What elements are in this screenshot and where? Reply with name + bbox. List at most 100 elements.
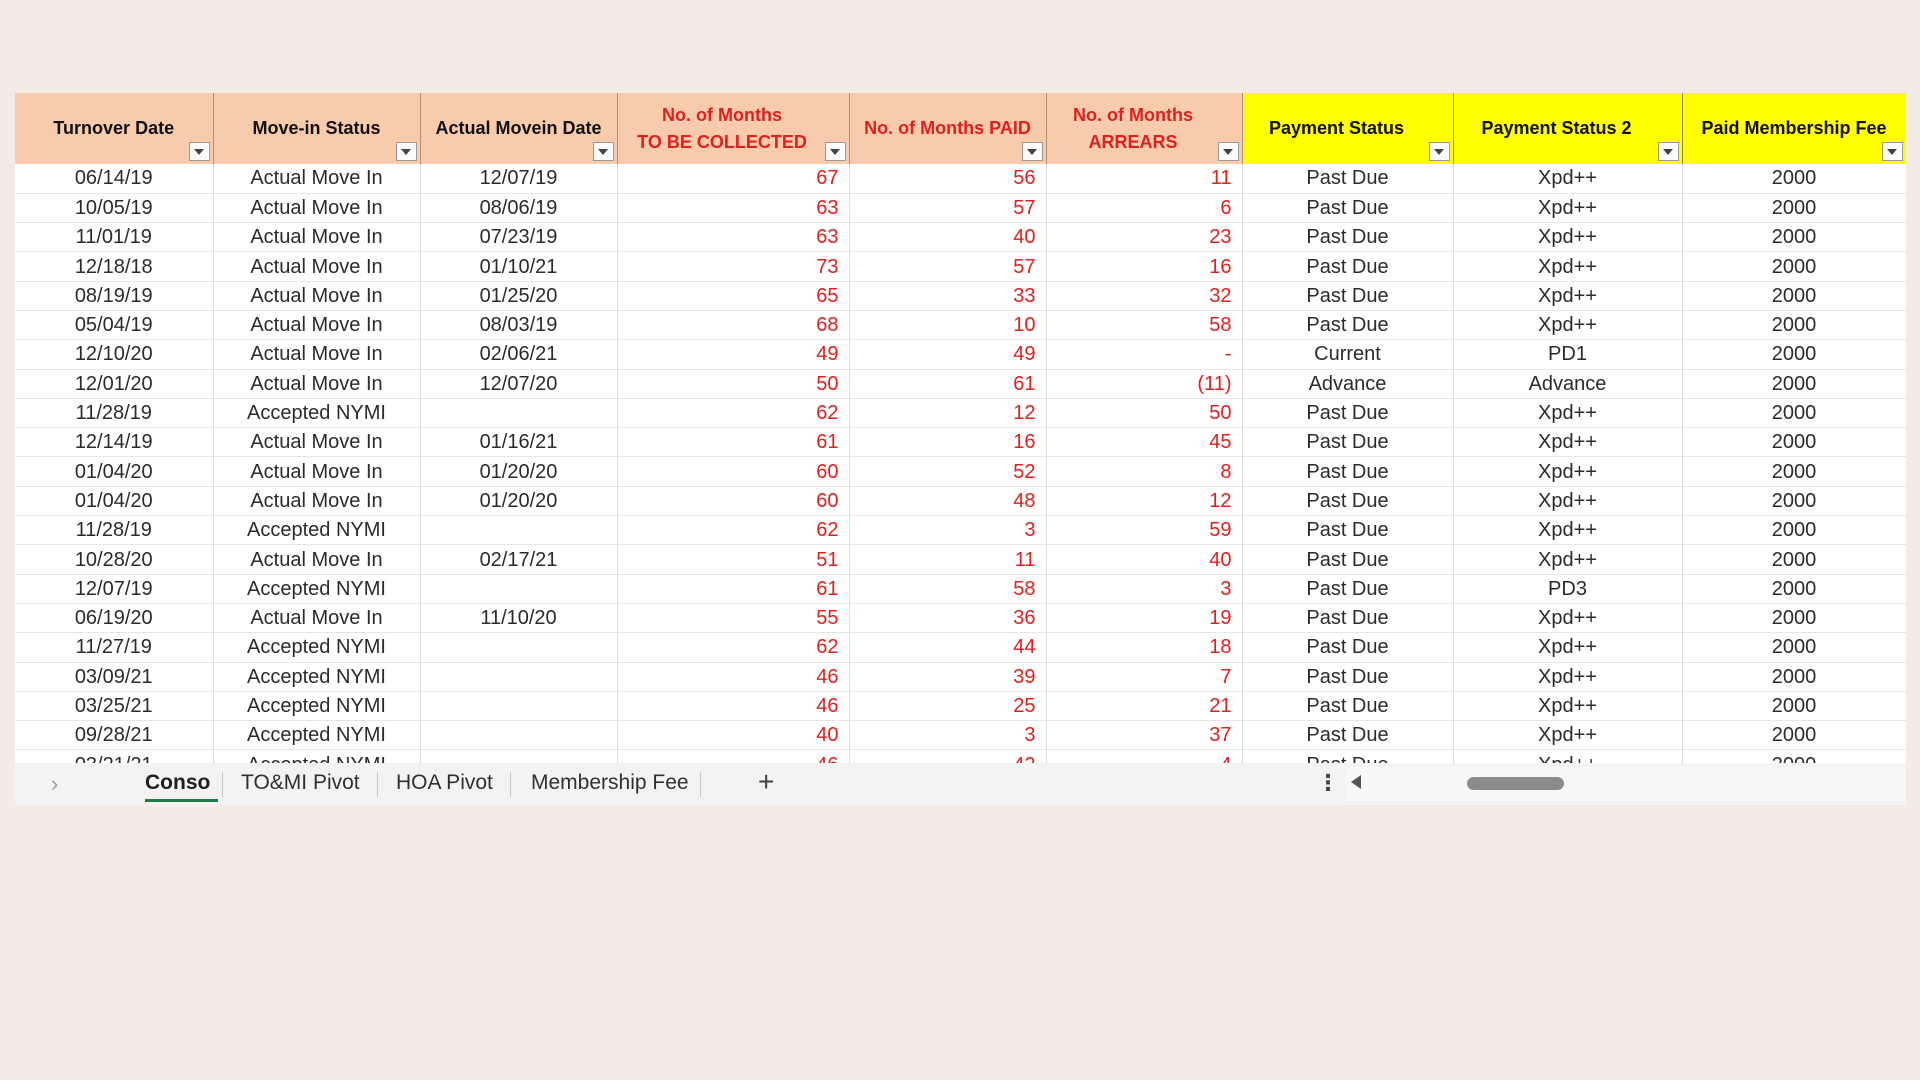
table-cell[interactable]: Past Due <box>1242 515 1454 546</box>
table-cell[interactable]: 2000 <box>1682 456 1906 487</box>
table-cell[interactable]: 8 <box>1046 456 1243 487</box>
table-cell[interactable]: Accepted NYMI <box>213 515 421 546</box>
table-cell[interactable]: 10/05/19 <box>15 193 214 224</box>
table-cell[interactable]: Xpd++ <box>1453 222 1683 253</box>
table-cell[interactable]: 65 <box>617 281 850 311</box>
plus-icon[interactable]: + <box>758 766 774 798</box>
table-cell[interactable]: 11/28/19 <box>15 515 214 546</box>
table-cell[interactable]: 46 <box>617 749 850 763</box>
vertical-ellipsis-icon[interactable]: ⋮ <box>1317 771 1339 795</box>
table-cell[interactable]: 58 <box>1046 310 1243 341</box>
table-cell[interactable]: 11/28/19 <box>15 398 214 429</box>
table-cell[interactable]: Past Due <box>1242 251 1454 282</box>
table-cell[interactable]: 12 <box>849 398 1047 429</box>
table-cell[interactable]: 2000 <box>1682 691 1906 722</box>
table-cell[interactable]: Actual Move In <box>213 603 421 634</box>
table-cell[interactable] <box>420 574 618 604</box>
tab-conso[interactable]: Conso <box>145 770 210 796</box>
table-cell[interactable]: 52 <box>849 456 1047 487</box>
table-cell[interactable]: 2000 <box>1682 544 1906 575</box>
table-cell[interactable]: Xpd++ <box>1453 662 1683 692</box>
table-cell[interactable]: 50 <box>617 369 850 399</box>
chevron-right-icon[interactable]: › <box>51 771 58 797</box>
triangle-left-icon[interactable] <box>1351 775 1361 789</box>
table-cell[interactable]: 12/07/20 <box>420 369 618 399</box>
table-cell[interactable]: 3 <box>1046 574 1243 604</box>
table-cell[interactable]: 58 <box>849 574 1047 604</box>
table-cell[interactable]: Past Due <box>1242 691 1454 722</box>
header-move-in-status[interactable]: Move-in Status <box>213 93 421 164</box>
table-cell[interactable]: Xpd++ <box>1453 398 1683 429</box>
table-cell[interactable]: 4 <box>1046 749 1243 763</box>
table-cell[interactable]: Actual Move In <box>213 456 421 487</box>
table-cell[interactable]: Advance <box>1242 369 1454 399</box>
table-cell[interactable]: 45 <box>1046 427 1243 458</box>
filter-dropdown-icon[interactable] <box>395 142 417 161</box>
table-cell[interactable]: Past Due <box>1242 720 1454 751</box>
tab-hoa-pivot[interactable]: HOA Pivot <box>396 770 493 796</box>
header-months-paid[interactable]: No. of Months PAID <box>849 93 1047 164</box>
table-cell[interactable]: 59 <box>1046 515 1243 546</box>
table-cell[interactable]: 73 <box>617 251 850 282</box>
table-cell[interactable]: Xpd++ <box>1453 603 1683 634</box>
table-cell[interactable]: Past Due <box>1242 222 1454 253</box>
table-cell[interactable]: Past Due <box>1242 310 1454 341</box>
table-cell[interactable]: 62 <box>617 632 850 663</box>
table-cell[interactable]: 18 <box>1046 632 1243 663</box>
table-cell[interactable]: 2000 <box>1682 164 1906 194</box>
table-cell[interactable]: Xpd++ <box>1453 456 1683 487</box>
table-cell[interactable]: Accepted NYMI <box>213 662 421 692</box>
table-cell[interactable]: Current <box>1242 339 1454 370</box>
table-cell[interactable]: Xpd++ <box>1453 691 1683 722</box>
table-cell[interactable]: Actual Move In <box>213 427 421 458</box>
table-cell[interactable]: 67 <box>617 164 850 194</box>
table-cell[interactable]: PD3 <box>1453 574 1683 604</box>
table-cell[interactable]: 2000 <box>1682 281 1906 311</box>
table-cell[interactable]: Past Due <box>1242 281 1454 311</box>
horizontal-scrollbar[interactable] <box>1345 767 1905 801</box>
table-cell[interactable]: 03/09/21 <box>15 662 214 692</box>
table-cell[interactable]: 36 <box>849 603 1047 634</box>
table-cell[interactable]: 2000 <box>1682 427 1906 458</box>
table-cell[interactable]: 2000 <box>1682 398 1906 429</box>
table-cell[interactable]: 62 <box>617 398 850 429</box>
table-cell[interactable]: 01/16/21 <box>420 427 618 458</box>
table-cell[interactable]: Accepted NYMI <box>213 749 421 763</box>
table-cell[interactable]: PD1 <box>1453 339 1683 370</box>
filter-dropdown-icon[interactable] <box>1657 142 1679 161</box>
table-cell[interactable]: Xpd++ <box>1453 749 1683 763</box>
header-payment-status[interactable]: Payment Status <box>1242 93 1454 164</box>
table-cell[interactable]: 23 <box>1046 222 1243 253</box>
scrollbar-thumb[interactable] <box>1467 777 1564 790</box>
table-cell[interactable]: 12 <box>1046 486 1243 517</box>
table-cell[interactable]: Past Due <box>1242 164 1454 194</box>
table-cell[interactable]: 12/07/19 <box>15 574 214 604</box>
table-cell[interactable]: 2000 <box>1682 369 1906 399</box>
table-cell[interactable]: 2000 <box>1682 515 1906 546</box>
table-cell[interactable]: Past Due <box>1242 662 1454 692</box>
table-cell[interactable]: 44 <box>849 632 1047 663</box>
table-cell[interactable]: 49 <box>617 339 850 370</box>
table-cell[interactable]: 01/20/20 <box>420 456 618 487</box>
table-cell[interactable]: 60 <box>617 456 850 487</box>
table-cell[interactable]: 11 <box>849 544 1047 575</box>
table-cell[interactable]: 46 <box>617 691 850 722</box>
table-cell[interactable]: 33 <box>849 281 1047 311</box>
table-cell[interactable]: 2000 <box>1682 251 1906 282</box>
table-cell[interactable]: 2000 <box>1682 720 1906 751</box>
table-cell[interactable]: 49 <box>849 339 1047 370</box>
table-cell[interactable] <box>420 691 618 722</box>
table-cell[interactable]: 63 <box>617 193 850 224</box>
table-cell[interactable]: Xpd++ <box>1453 193 1683 224</box>
table-cell[interactable]: 11/27/19 <box>15 632 214 663</box>
table-cell[interactable]: 6 <box>1046 193 1243 224</box>
table-cell[interactable]: 2000 <box>1682 662 1906 692</box>
table-cell[interactable]: 12/07/19 <box>420 164 618 194</box>
table-cell[interactable]: 01/10/21 <box>420 251 618 282</box>
filter-dropdown-icon[interactable] <box>1021 142 1043 161</box>
table-cell[interactable]: 2000 <box>1682 222 1906 253</box>
table-cell[interactable]: 06/14/19 <box>15 164 214 194</box>
table-cell[interactable]: Actual Move In <box>213 310 421 341</box>
table-cell[interactable]: Accepted NYMI <box>213 691 421 722</box>
table-cell[interactable]: Past Due <box>1242 603 1454 634</box>
